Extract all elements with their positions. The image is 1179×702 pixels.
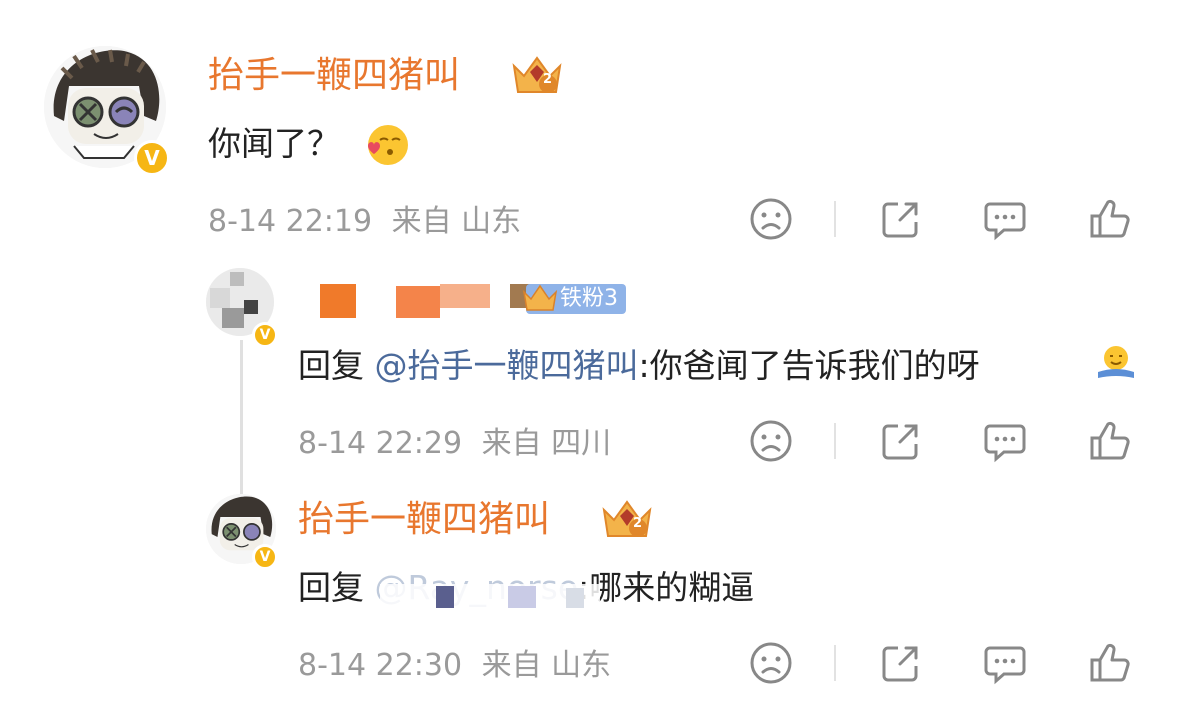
verified-badge-icon: V: [134, 140, 170, 176]
kiss-emoji-icon: [364, 122, 410, 168]
verified-badge-icon: V: [252, 544, 278, 570]
dislike-button[interactable]: [748, 196, 794, 242]
hug-emoji-icon: [1094, 342, 1138, 386]
reply-text-body: :你爸闻了告诉我们的呀: [638, 346, 980, 385]
thumbs-up-icon: [1090, 199, 1130, 238]
comment-bubble-icon: [984, 202, 1026, 241]
share-icon: [882, 646, 918, 682]
action-divider: [834, 645, 836, 681]
comment-meta: 8-14 22:29 来自 四川: [298, 424, 611, 464]
dislike-button[interactable]: [748, 640, 794, 686]
reply-text: 回复 @抬手一鞭四猪叫:你爸闻了告诉我们的呀: [298, 344, 980, 388]
sad-face-icon: [750, 420, 792, 462]
comment-time: 8-14 22:29: [298, 426, 463, 461]
action-divider: [834, 201, 836, 237]
comment-time: 8-14 22:19: [208, 204, 373, 239]
comment-bubble-icon: [984, 424, 1026, 463]
comment-location: 来自 四川: [481, 426, 612, 461]
like-button[interactable]: [1086, 196, 1132, 242]
sad-face-icon: [750, 198, 792, 240]
comment-meta: 8-14 22:19 来自 山东: [208, 202, 521, 242]
like-button[interactable]: [1086, 418, 1132, 464]
sad-face-icon: [750, 642, 792, 684]
thumbs-up-icon: [1090, 643, 1130, 682]
crown-level-icon: 2: [598, 496, 656, 542]
share-icon: [882, 424, 918, 460]
share-button[interactable]: [878, 418, 924, 464]
action-divider: [834, 423, 836, 459]
dislike-button[interactable]: [748, 418, 794, 464]
share-button[interactable]: [878, 196, 924, 242]
comment-bubble-icon: [984, 646, 1026, 685]
comment-text: 你闻了？: [208, 122, 340, 166]
mention-link[interactable]: @抬手一鞭四猪叫: [375, 346, 639, 385]
comment-username[interactable]: [300, 280, 550, 320]
verified-badge-icon: V: [252, 322, 278, 348]
comment-username[interactable]: 抬手一鞭四猪叫: [298, 498, 550, 542]
fan-crown-icon: [520, 282, 560, 316]
comment-meta: 8-14 22:30 来自 山东: [298, 646, 611, 686]
pixelated-mention-overlay: [380, 584, 600, 610]
crown-level-label: 2: [633, 516, 643, 531]
comment-location: 来自 山东: [481, 648, 612, 683]
fan-badge-label: 铁粉3: [560, 286, 618, 311]
comment-time: 8-14 22:30: [298, 648, 463, 683]
comment-button[interactable]: [982, 196, 1028, 242]
comment-button[interactable]: [982, 640, 1028, 686]
crown-level-icon: 2: [508, 52, 566, 98]
thread-line: [240, 340, 243, 500]
reply-prefix: 回复: [298, 346, 375, 385]
reply-prefix: 回复: [298, 568, 375, 607]
share-icon: [882, 202, 918, 238]
like-button[interactable]: [1086, 640, 1132, 686]
comment-username[interactable]: 抬手一鞭四猪叫: [208, 54, 460, 98]
crown-level-label: 2: [543, 72, 553, 87]
comment-button[interactable]: [982, 418, 1028, 464]
thumbs-up-icon: [1090, 421, 1130, 460]
share-button[interactable]: [878, 640, 924, 686]
reply-text-body: :哪来的糊逼: [578, 568, 755, 607]
comment-location: 来自 山东: [391, 204, 522, 239]
comment-text-body: 你闻了？: [208, 124, 340, 163]
